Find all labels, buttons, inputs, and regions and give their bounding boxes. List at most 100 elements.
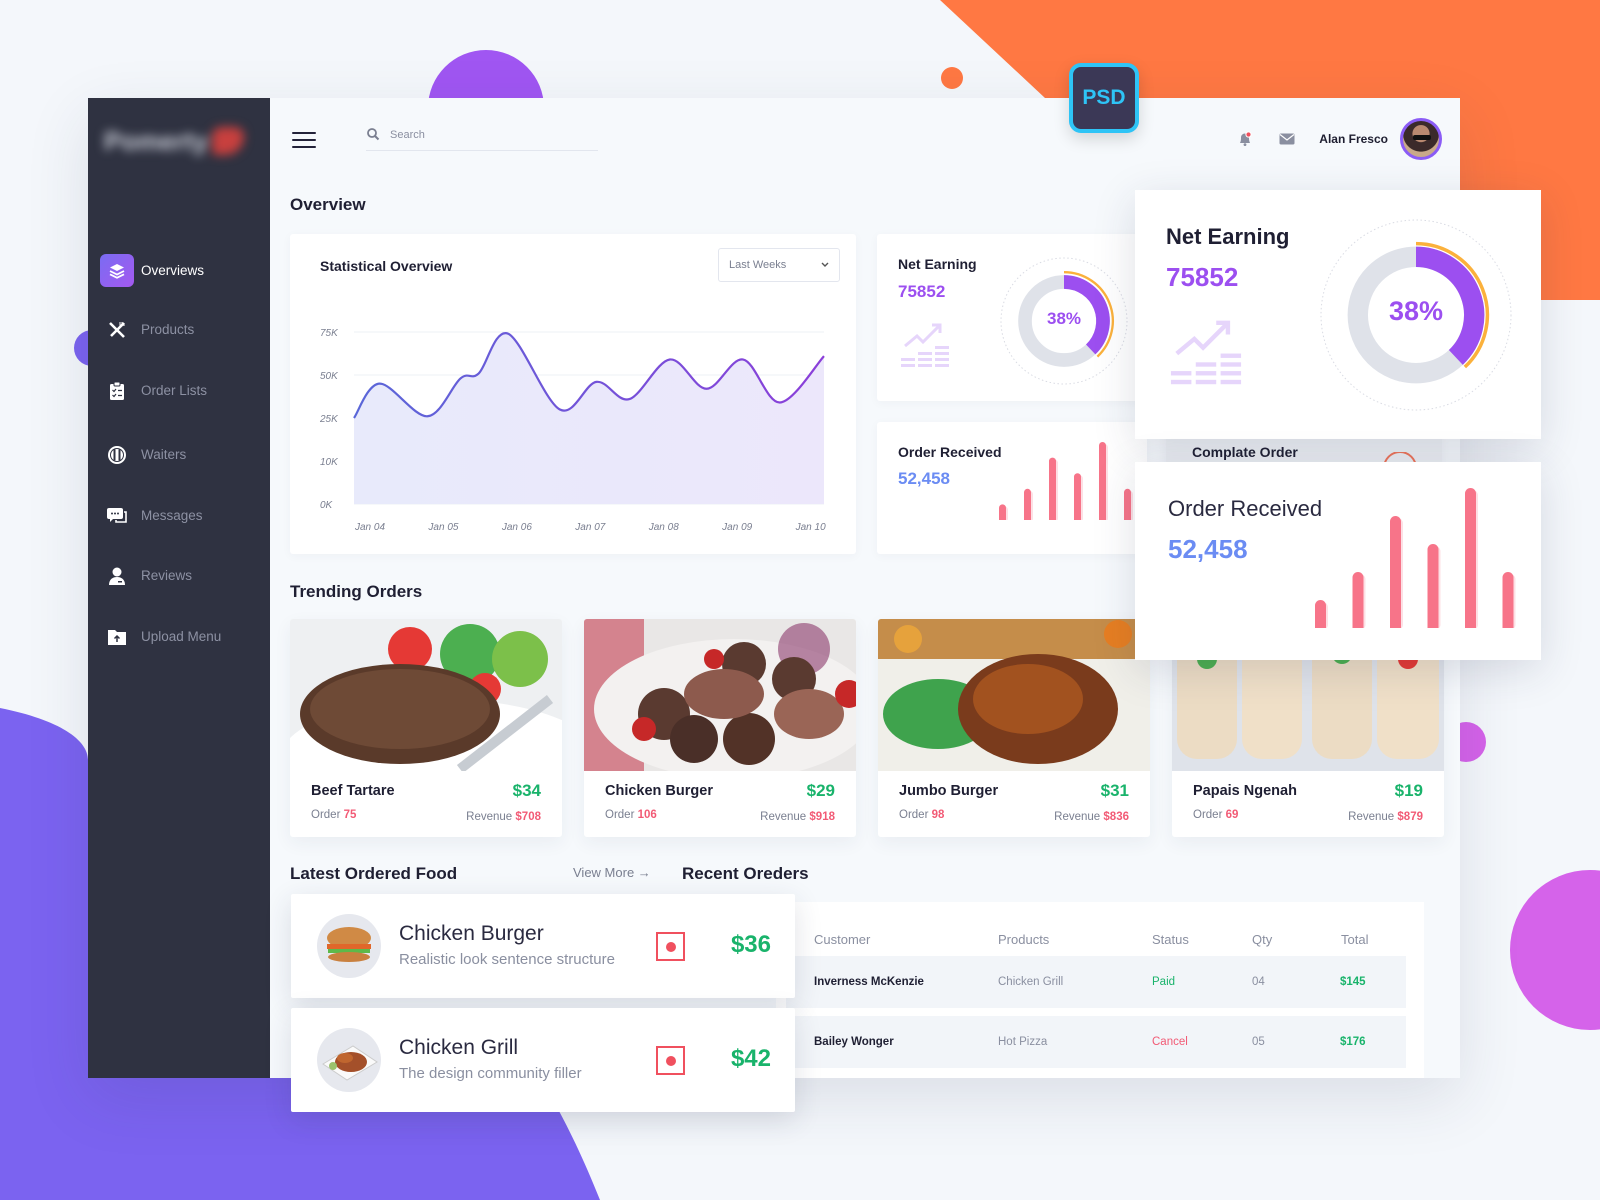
order-label: Order [1193, 809, 1223, 821]
revenue-label: Revenue [760, 811, 807, 823]
view-more-link[interactable]: View More → [573, 865, 651, 880]
fork-knife-icon [100, 313, 134, 346]
search-input[interactable] [390, 129, 580, 141]
food-image-beef-tartare [290, 619, 562, 771]
bar [1352, 572, 1364, 632]
sidebar-item-label: Upload Menu [141, 629, 222, 644]
column-header-total[interactable]: Total [1341, 932, 1368, 947]
statistical-overview-card: Statistical Overview Last Weeks 0K 10K 25K… [290, 234, 856, 554]
order-value: 69 [1225, 809, 1239, 821]
non-veg-marker-icon[interactable] [656, 1046, 685, 1075]
revenue-label: Revenue [1054, 811, 1101, 823]
x-tick-label: Jan 08 [648, 522, 679, 533]
complete-order-title: Complate Order [1192, 444, 1298, 460]
food-price: $19 [1394, 781, 1423, 800]
revenue-value: $918 [809, 811, 835, 823]
sidebar-item-label: Overviews [141, 263, 205, 278]
sidebar-item-label: Messages [141, 508, 203, 523]
user-icon [100, 559, 134, 592]
total-cell: $176 [1340, 1036, 1366, 1048]
non-veg-marker-icon[interactable] [656, 932, 685, 961]
y-tick-label: 25K [319, 414, 339, 425]
food-thumb-chicken-burger [317, 914, 381, 978]
trending-card[interactable]: Jumbo Burger $31 Order 98 Revenue $836 [878, 619, 1150, 837]
net-earning-title: Net Earning [898, 256, 977, 272]
trending-card[interactable]: Chicken Burger $29 Order 106 Revenue $91… [584, 619, 856, 837]
bar [1024, 488, 1031, 524]
chevron-down-icon [821, 262, 829, 267]
order-received-zoom-card: Order Received 52,458 [1135, 462, 1541, 660]
trending-card[interactable]: Beef Tartare $34 Order 75 Revenue $708 [290, 619, 562, 837]
sidebar-item-products[interactable]: Products [88, 313, 270, 346]
x-tick-label: Jan 07 [574, 522, 605, 533]
sidebar: Pomerty Overviews Products Order Lists W… [88, 98, 270, 1078]
area-chart: 0K 10K 25K 50K 75K Jan 04 Jan 05 Jan 06 Jan 07 Ja… [319, 328, 826, 533]
food-name: Beef Tartare [311, 783, 395, 799]
sidebar-item-order-lists[interactable]: Order Lists [88, 374, 270, 407]
bar [1390, 516, 1401, 632]
column-header-products[interactable]: Products [998, 932, 1049, 947]
sidebar-item-label: Waiters [141, 447, 187, 462]
bar [1502, 572, 1514, 632]
column-header-customer[interactable]: Customer [814, 932, 870, 947]
food-price: $34 [512, 781, 541, 800]
notification-bell-icon[interactable] [1235, 129, 1255, 149]
food-thumb-chicken-grill [317, 1028, 381, 1092]
table-row[interactable]: Bailey Wonger Hot Pizza Cancel 05 $176 [786, 1016, 1406, 1068]
sidebar-item-messages[interactable]: Messages [88, 499, 270, 532]
food-revenue: Revenue $879 [1348, 811, 1423, 823]
area-fill [354, 333, 824, 504]
avatar[interactable] [1400, 118, 1442, 160]
sidebar-item-overviews[interactable]: Overviews [88, 254, 270, 287]
net-earning-title: Net Earning [1166, 224, 1290, 249]
mail-icon[interactable] [1277, 129, 1297, 149]
latest-ordered-title: Latest Ordered Food [290, 864, 458, 883]
latest-food-item[interactable]: Chicken Grill The design community fille… [291, 1008, 795, 1112]
trend-up-icon [1170, 320, 1242, 385]
y-tick-label: 75K [320, 328, 339, 339]
logo-chili-icon [212, 127, 244, 155]
revenue-label: Revenue [466, 811, 513, 823]
customer-cell: Inverness McKenzie [814, 976, 924, 988]
logo[interactable]: Pomerty [104, 124, 244, 158]
food-name: Jumbo Burger [899, 783, 999, 799]
column-header-status[interactable]: Status [1152, 932, 1189, 947]
sidebar-item-upload-menu[interactable]: Upload Menu [88, 620, 270, 653]
order-label: Order [605, 809, 635, 821]
logo-text: Pomerty [104, 125, 209, 156]
latest-food-item[interactable]: Chicken Burger Realistic look sentence s… [291, 894, 795, 998]
sidebar-item-waiters[interactable]: Waiters [88, 438, 270, 471]
overview-title: Overview [290, 195, 366, 214]
order-value: 98 [931, 809, 945, 821]
chat-icon [100, 499, 134, 532]
bar-baseline-mask [989, 520, 1139, 536]
column-header-qty[interactable]: Qty [1252, 932, 1272, 947]
latest-food-desc: The design community filler [399, 1065, 582, 1082]
net-earning-percent: 38% [1046, 309, 1082, 328]
food-order-count: Order 69 [1193, 809, 1238, 821]
revenue-value: $836 [1103, 811, 1129, 823]
x-tick-label: Jan 10 [795, 522, 826, 533]
food-name: Chicken Burger [605, 783, 713, 799]
range-select-value: Last Weeks [729, 259, 787, 271]
qty-cell: 05 [1252, 1036, 1265, 1048]
food-revenue: Revenue $836 [1054, 811, 1129, 823]
food-order-count: Order 75 [311, 809, 356, 821]
revenue-value: $708 [515, 811, 541, 823]
net-earning-value: 75852 [898, 282, 946, 301]
table-row[interactable]: Inverness McKenzie Chicken Grill Paid 04… [786, 956, 1406, 1008]
range-select[interactable]: Last Weeks [718, 248, 840, 282]
user-name[interactable]: Alan Fresco [1319, 132, 1388, 146]
food-order-count: Order 106 [605, 809, 657, 821]
trending-title: Trending Orders [290, 582, 423, 601]
status-badge: Paid [1152, 976, 1176, 988]
net-earning-value: 75852 [1166, 262, 1239, 292]
bar [1049, 457, 1056, 524]
x-tick-label: Jan 06 [501, 522, 532, 533]
x-tick-label: Jan 04 [354, 522, 385, 533]
bar [1465, 488, 1476, 632]
sidebar-item-reviews[interactable]: Reviews [88, 559, 270, 592]
product-cell: Hot Pizza [998, 1036, 1048, 1048]
hamburger-menu-button[interactable] [292, 132, 316, 148]
customer-cell: Bailey Wonger [814, 1036, 894, 1048]
